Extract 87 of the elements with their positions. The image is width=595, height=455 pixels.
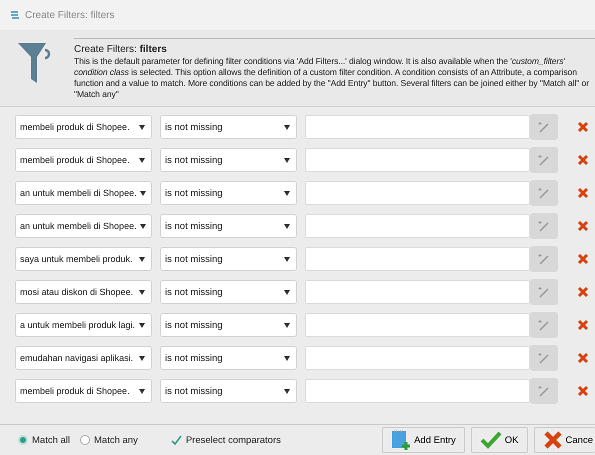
value-input[interactable] <box>305 181 530 205</box>
comparison-dropdown[interactable]: is not missing <box>160 115 297 139</box>
dialog-button[interactable]: Cance <box>534 427 595 453</box>
caret-icon <box>284 190 290 196</box>
header-description: This is the default parameter for defining filter conditions via 'Add Filters...' dialog window. It is also available when the 'custom_filters' condition class is selected. This option allows the definition of a custom filter condition. A condition consists of an Attribute, a comparison function and a value to match. More conditions can be added by the "Add Entry" button. Several filters can be joined either by "Match all" or "Match any" <box>74 56 590 100</box>
attribute-dropdown[interactable]: membeli produk di Shopee. <box>15 379 152 403</box>
wand-icon <box>537 186 551 200</box>
funnel-icon <box>18 41 52 85</box>
delete-icon[interactable] <box>577 187 589 199</box>
window-title: Create Filters: filters <box>25 10 114 20</box>
value-input[interactable] <box>305 247 530 271</box>
caret-icon <box>139 124 145 130</box>
caret-icon <box>284 356 290 360</box>
wand-icon <box>537 285 551 299</box>
wand-button[interactable] <box>530 180 558 206</box>
close-icon <box>542 430 563 450</box>
attribute-dropdown[interactable]: emudahan navigasi aplikasi. <box>15 346 152 370</box>
wand-button[interactable] <box>530 246 558 272</box>
caret-icon <box>140 224 146 228</box>
comparison-dropdown[interactable]: is not missing <box>160 379 297 403</box>
checkbox-icon <box>170 434 182 446</box>
caret-icon <box>139 322 145 328</box>
delete-icon[interactable] <box>577 352 589 364</box>
caret-icon <box>139 158 145 162</box>
dialog-button[interactable]: Add Entry <box>382 427 465 453</box>
preselect-checkbox[interactable]: Preselect comparators <box>170 434 281 446</box>
comparison-dropdown[interactable]: is not missing <box>160 346 297 370</box>
caret-icon <box>139 290 145 294</box>
caret-icon <box>284 388 290 394</box>
delete-icon[interactable] <box>577 319 589 331</box>
attribute-dropdown[interactable]: mosi atau diskon di Shopee. <box>15 280 152 304</box>
wand-button[interactable] <box>530 279 558 305</box>
delete-icon[interactable] <box>577 385 589 397</box>
dialog-button[interactable]: OK <box>470 427 528 453</box>
wand-icon <box>537 120 551 134</box>
value-input[interactable] <box>305 115 530 139</box>
wand-button[interactable] <box>530 312 558 338</box>
comparison-dropdown[interactable]: is not missing <box>160 214 297 238</box>
caret-icon <box>284 322 290 328</box>
delete-icon[interactable] <box>577 121 589 133</box>
wand-button[interactable] <box>530 213 558 239</box>
comparison-dropdown[interactable]: is not missing <box>160 148 297 172</box>
wand-icon <box>537 219 551 233</box>
wand-button[interactable] <box>530 345 558 371</box>
caret-icon <box>139 256 145 262</box>
delete-icon[interactable] <box>577 220 589 232</box>
wand-icon <box>537 384 551 398</box>
caret-icon <box>284 158 290 162</box>
value-input[interactable] <box>305 280 530 304</box>
wand-icon <box>537 318 551 332</box>
attribute-dropdown[interactable]: an untuk membeli di Shopee. <box>15 181 152 205</box>
caret-icon <box>284 124 290 130</box>
wand-icon <box>537 153 551 167</box>
match-radio[interactable]: Match any <box>80 434 138 446</box>
caret-icon <box>139 388 145 394</box>
caret-icon <box>284 290 290 294</box>
attribute-dropdown[interactable]: an untuk membeli di Shopee. <box>15 214 152 238</box>
comparison-dropdown[interactable]: is not missing <box>160 181 297 205</box>
delete-icon[interactable] <box>577 253 589 265</box>
value-input[interactable] <box>305 214 530 238</box>
value-input[interactable] <box>305 313 530 337</box>
comparison-dropdown[interactable]: is not missing <box>160 280 297 304</box>
comparison-dropdown[interactable]: is not missing <box>160 247 297 271</box>
checkmark-icon <box>480 431 502 449</box>
add-entry-icon <box>391 429 412 451</box>
caret-icon <box>140 190 146 196</box>
delete-icon[interactable] <box>577 154 589 166</box>
caret-icon <box>284 256 290 262</box>
app-icon <box>10 10 20 20</box>
wand-icon <box>537 351 551 365</box>
caret-icon <box>139 356 145 360</box>
value-input[interactable] <box>305 148 530 172</box>
attribute-dropdown[interactable]: membeli produk di Shopee. <box>15 148 152 172</box>
value-input[interactable] <box>305 379 530 403</box>
wand-button[interactable] <box>530 114 558 140</box>
wand-button[interactable] <box>530 147 558 173</box>
match-radio[interactable]: Match all <box>18 434 70 446</box>
attribute-dropdown[interactable]: saya untuk membeli produk. <box>15 247 152 271</box>
delete-icon[interactable] <box>577 286 589 298</box>
attribute-dropdown[interactable]: membeli produk di Shopee. <box>15 115 152 139</box>
wand-icon <box>537 252 551 266</box>
caret-icon <box>284 224 290 228</box>
comparison-dropdown[interactable]: is not missing <box>160 313 297 337</box>
value-input[interactable] <box>305 346 530 370</box>
attribute-dropdown[interactable]: a untuk membeli produk lagi. <box>15 313 152 337</box>
header-title: Create Filters: filters <box>74 44 168 55</box>
wand-button[interactable] <box>530 378 558 404</box>
